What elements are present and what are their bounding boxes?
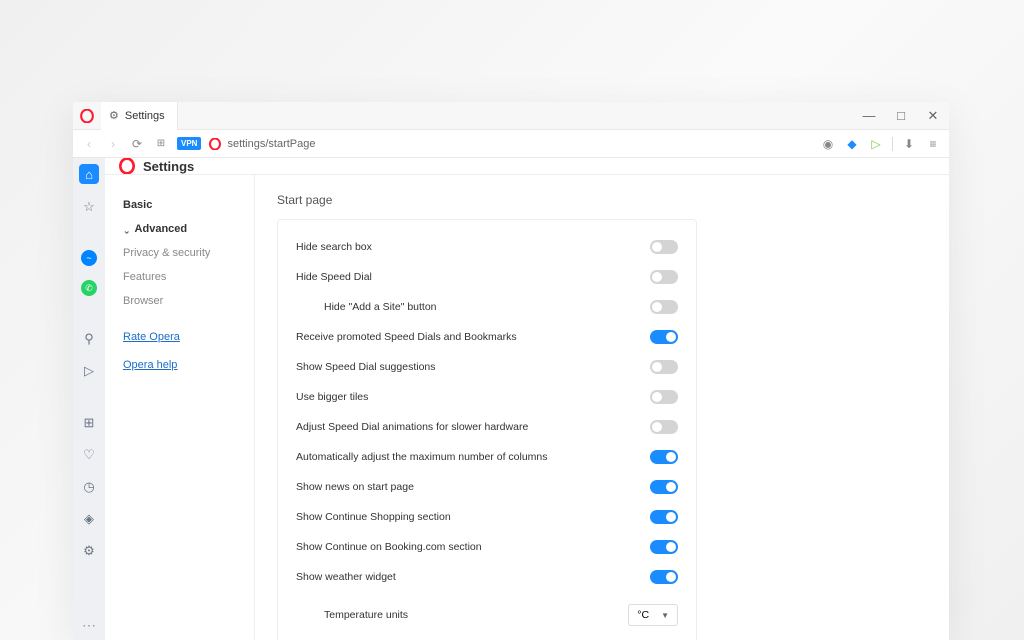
setting-toggle[interactable] bbox=[650, 390, 678, 404]
speed-dial-icon[interactable]: ⊞ bbox=[153, 136, 169, 152]
setting-toggle[interactable] bbox=[650, 480, 678, 494]
sidebar-rate-link[interactable]: Rate Opera bbox=[119, 325, 240, 349]
sidebar-privacy[interactable]: Privacy & security bbox=[119, 241, 240, 265]
browser-tab[interactable]: ⚙ Settings bbox=[101, 102, 178, 130]
sidebar-help-link[interactable]: Opera help bbox=[119, 353, 240, 377]
gear-icon: ⚙ bbox=[109, 109, 119, 122]
setting-row: Receive promoted Speed Dials and Bookmar… bbox=[296, 322, 678, 352]
settings-sidebar: Basic Advanced Privacy & security Featur… bbox=[105, 175, 255, 640]
temperature-row: Temperature units °C ▼ bbox=[296, 592, 678, 626]
play-icon[interactable]: ▷ bbox=[868, 136, 884, 152]
toolbar: ‹ › ⟳ ⊞ VPN settings/startPage ◉ ◆ ▷ ⬇ ≡ bbox=[73, 130, 949, 158]
setting-row: Hide search box bbox=[296, 232, 678, 262]
setting-label: Use bigger tiles bbox=[296, 391, 368, 403]
vpn-badge[interactable]: VPN bbox=[177, 137, 201, 150]
whatsapp-icon[interactable]: ✆ bbox=[81, 280, 97, 296]
setting-toggle[interactable] bbox=[650, 570, 678, 584]
download-icon[interactable]: ⬇ bbox=[901, 136, 917, 152]
sidebar-advanced[interactable]: Advanced bbox=[119, 217, 240, 241]
clock-icon[interactable]: ◷ bbox=[80, 478, 98, 496]
setting-row: Hide "Add a Site" button bbox=[296, 292, 678, 322]
setting-label: Show Continue on Booking.com section bbox=[296, 541, 482, 553]
setting-row: Show Continue Shopping section bbox=[296, 502, 678, 532]
minimize-button[interactable]: — bbox=[853, 102, 885, 130]
setting-toggle[interactable] bbox=[650, 450, 678, 464]
maximize-button[interactable]: □ bbox=[885, 102, 917, 130]
temperature-value: °C bbox=[637, 609, 649, 621]
setting-label: Hide Speed Dial bbox=[296, 271, 372, 283]
camera-icon[interactable]: ◉ bbox=[820, 136, 836, 152]
more-icon[interactable]: ⋯ bbox=[82, 617, 96, 640]
temperature-dropdown[interactable]: °C ▼ bbox=[628, 604, 678, 626]
setting-row: Show Continue on Booking.com section bbox=[296, 532, 678, 562]
setting-row: Show news on start page bbox=[296, 472, 678, 502]
page-header: Settings bbox=[105, 158, 949, 175]
address-bar[interactable]: settings/startPage bbox=[209, 138, 812, 150]
messenger-icon[interactable]: ~ bbox=[81, 250, 97, 266]
setting-row: Hide Speed Dial bbox=[296, 262, 678, 292]
star-icon[interactable]: ☆ bbox=[80, 198, 98, 216]
setting-toggle[interactable] bbox=[650, 270, 678, 284]
shield-icon[interactable]: ◆ bbox=[844, 136, 860, 152]
setting-toggle[interactable] bbox=[650, 240, 678, 254]
setting-toggle[interactable] bbox=[650, 300, 678, 314]
setting-toggle[interactable] bbox=[650, 330, 678, 344]
browser-window: ⚙ Settings — □ ✕ ‹ › ⟳ ⊞ VPN settings/st… bbox=[73, 102, 949, 640]
home-icon[interactable]: ⌂ bbox=[79, 164, 99, 184]
grid-icon[interactable]: ⊞ bbox=[80, 414, 98, 432]
back-button[interactable]: ‹ bbox=[81, 136, 97, 152]
setting-label: Hide search box bbox=[296, 241, 372, 253]
setting-row: Use bigger tiles bbox=[296, 382, 678, 412]
setting-label: Show weather widget bbox=[296, 571, 396, 583]
setting-toggle[interactable] bbox=[650, 360, 678, 374]
page-title: Settings bbox=[143, 159, 194, 174]
temperature-label: Temperature units bbox=[296, 609, 408, 621]
url-text: settings/startPage bbox=[227, 138, 315, 150]
section-title: Start page bbox=[277, 193, 949, 207]
opera-menu-icon[interactable] bbox=[73, 102, 101, 130]
setting-label: Show Speed Dial suggestions bbox=[296, 361, 436, 373]
setting-label: Hide "Add a Site" button bbox=[296, 301, 437, 313]
cube-icon[interactable]: ◈ bbox=[80, 510, 98, 528]
setting-row: Show Speed Dial suggestions bbox=[296, 352, 678, 382]
sidebar-rail: ⌂ ☆ ~ ✆ ⚲ ▷ ⊞ ♡ ◷ ◈ ⚙ ⋯ bbox=[73, 158, 105, 640]
close-button[interactable]: ✕ bbox=[917, 102, 949, 130]
setting-toggle[interactable] bbox=[650, 420, 678, 434]
reload-button[interactable]: ⟳ bbox=[129, 136, 145, 152]
setting-label: Automatically adjust the maximum number … bbox=[296, 451, 548, 463]
setting-label: Adjust Speed Dial animations for slower … bbox=[296, 421, 528, 433]
settings-panel: Hide search box Hide Speed Dial Hide "Add … bbox=[277, 219, 697, 640]
heart-icon[interactable]: ♡ bbox=[80, 446, 98, 464]
setting-row: Automatically adjust the maximum number … bbox=[296, 442, 678, 472]
setting-label: Show news on start page bbox=[296, 481, 414, 493]
setting-row: Adjust Speed Dial animations for slower … bbox=[296, 412, 678, 442]
setting-label: Receive promoted Speed Dials and Bookmar… bbox=[296, 331, 517, 343]
chevron-down-icon: ▼ bbox=[661, 611, 669, 620]
setting-toggle[interactable] bbox=[650, 510, 678, 524]
send-icon[interactable]: ▷ bbox=[80, 362, 98, 380]
setting-toggle[interactable] bbox=[650, 540, 678, 554]
setting-label: Show Continue Shopping section bbox=[296, 511, 451, 523]
sidebar-features[interactable]: Features bbox=[119, 265, 240, 289]
sidebar-browser[interactable]: Browser bbox=[119, 289, 240, 313]
settings-icon[interactable]: ⚙ bbox=[80, 542, 98, 560]
sidebar-basic[interactable]: Basic bbox=[119, 193, 240, 217]
forward-button[interactable]: › bbox=[105, 136, 121, 152]
tab-label: Settings bbox=[125, 110, 165, 122]
titlebar: ⚙ Settings — □ ✕ bbox=[73, 102, 949, 130]
setting-row: Show weather widget bbox=[296, 562, 678, 592]
search-icon[interactable]: ⚲ bbox=[80, 330, 98, 348]
menu-icon[interactable]: ≡ bbox=[925, 136, 941, 152]
